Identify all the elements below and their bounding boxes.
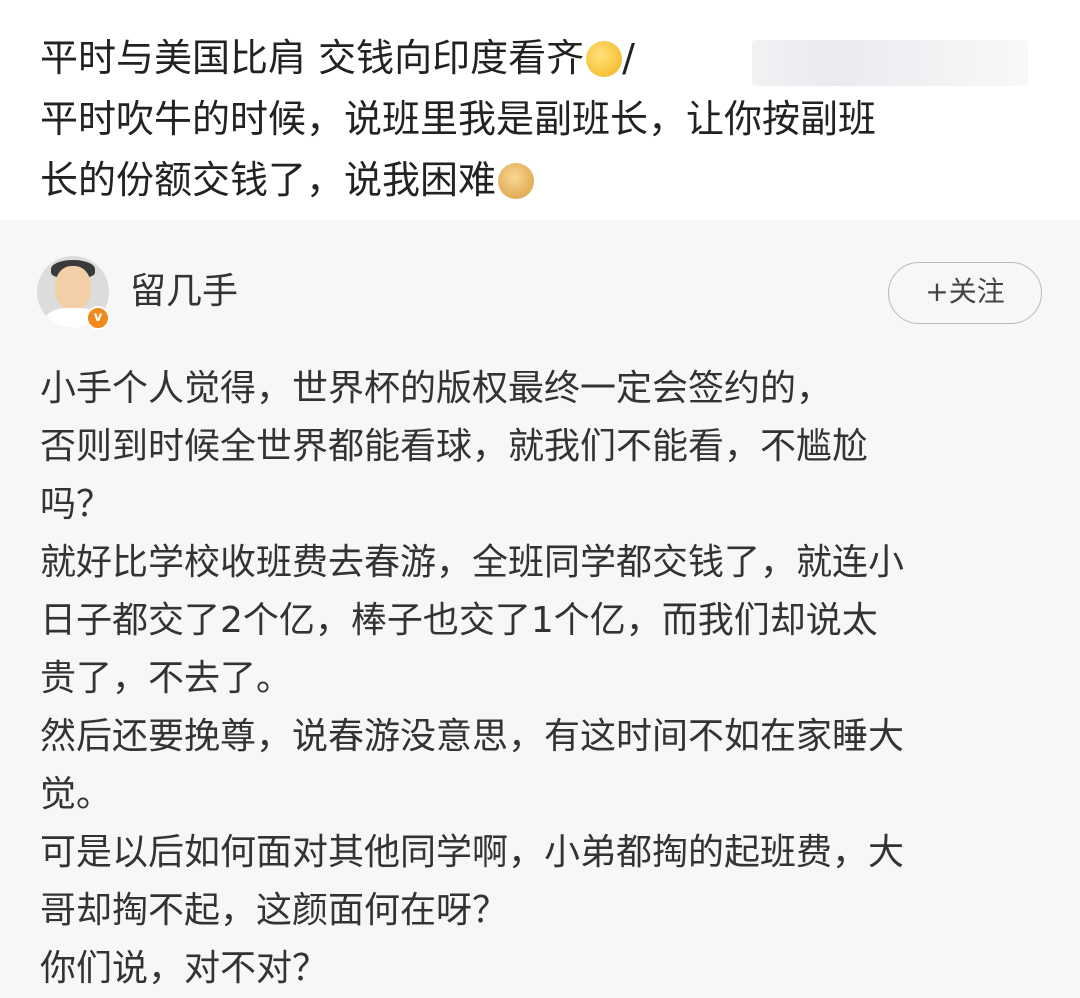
post-line: 觉。 xyxy=(40,774,113,815)
post-body: 小手个人觉得，世界杯的版权最终一定会签约的， 否则到时候全世界都能看球，就我们不… xyxy=(40,360,1050,998)
quote-line-3: 长的份额交钱了，说我困难 xyxy=(40,150,1040,211)
author-name[interactable]: 留几手 xyxy=(130,270,238,314)
post-line: 日子都交了2个亿，棒子也交了1个亿，而我们却说太 xyxy=(40,600,878,641)
verified-badge-icon: v xyxy=(86,306,110,330)
post-line: 否则到时候全世界都能看球，就我们不能看，不尴尬 xyxy=(40,426,869,467)
quote-line-2: 平时吹牛的时候，说班里我是副班长，让你按副班 xyxy=(40,97,877,141)
shushing-face-emoji xyxy=(586,41,623,77)
blurred-username-mask xyxy=(752,40,1028,86)
quote-line-3-text: 长的份额交钱了，说我困难 xyxy=(40,158,497,202)
post-line: 吗？ xyxy=(40,484,113,525)
post-line: 然后还要挽尊，说春游没意思，有这时间不如在家睡大 xyxy=(40,716,905,757)
post-line: 贵了，不去了。 xyxy=(40,658,293,699)
post-line: 就好比学校收班费去春游，全班同学都交钱了，就连小 xyxy=(40,542,905,583)
weibo-post-card: v 留几手 +关注 小手个人觉得，世界杯的版权最终一定会签约的， 否则到时候全世… xyxy=(0,220,1080,996)
doge-emoji xyxy=(498,163,535,199)
post-line: 哥却掏不起，这颜面何在呀？ xyxy=(40,890,509,931)
avatar-face xyxy=(55,266,91,310)
follow-button[interactable]: +关注 xyxy=(888,262,1042,324)
post-line: 可是以后如何面对其他同学啊，小弟都掏的起班费，大 xyxy=(40,832,905,873)
post-line: 小手个人觉得，世界杯的版权最终一定会签约的， xyxy=(40,368,833,409)
quote-line-1-text: 平时与美国比肩 交钱向印度看齐 xyxy=(40,36,585,80)
post-line: 你们说，对不对？ xyxy=(40,948,329,989)
quote-line-1-suffix: / xyxy=(622,36,635,80)
quoted-comment: 平时与美国比肩 交钱向印度看齐 / 平时吹牛的时候，说班里我是副班长，让你按副班 … xyxy=(0,0,1080,220)
